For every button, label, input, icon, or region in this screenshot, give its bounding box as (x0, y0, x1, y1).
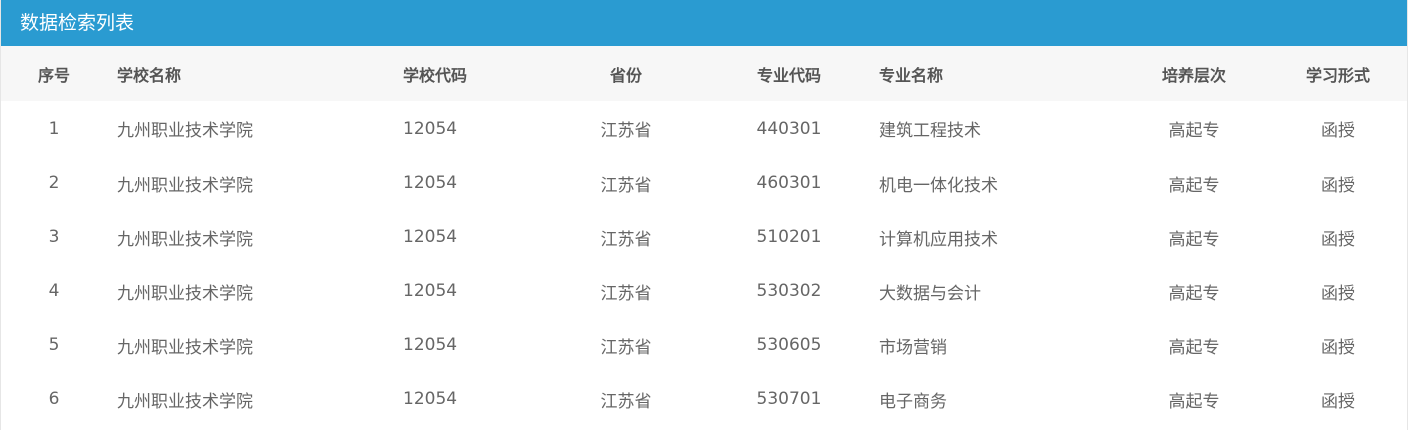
cell-school-code: 12054 (403, 227, 458, 247)
cell-major-code: 530302 (756, 281, 822, 301)
cell-level: 高起专 (1168, 391, 1220, 412)
table-row: 2 九州职业技术学院 12054 江苏省 460301 机电一体化技术 高起专 … (1, 156, 1407, 210)
cell-study-form: 函授 (1321, 283, 1355, 304)
cell-major-code: 530605 (756, 335, 822, 355)
cell-school-code: 12054 (403, 389, 458, 409)
cell-major-name: 大数据与会计 (879, 283, 981, 304)
cell-study-form: 函授 (1321, 121, 1355, 141)
cell-study-form: 函授 (1321, 337, 1355, 358)
cell-index: 1 (48, 118, 60, 139)
cell-school-name: 九州职业技术学院 (117, 391, 253, 412)
table-row: 1 九州职业技术学院 12054 江苏省 440301 建筑工程技术 高起专 函… (1, 101, 1407, 156)
cell-school-code: 12054 (403, 173, 458, 193)
cell-major-name: 电子商务 (879, 391, 947, 412)
column-header-school-code: 学校代码 (403, 65, 468, 85)
cell-study-form: 函授 (1321, 391, 1355, 412)
cell-province: 江苏省 (600, 337, 652, 358)
cell-school-code: 12054 (403, 335, 458, 355)
cell-major-name: 建筑工程技术 (879, 121, 981, 141)
cell-level: 高起专 (1168, 337, 1220, 358)
cell-school-name: 九州职业技术学院 (117, 337, 253, 358)
cell-school-name: 九州职业技术学院 (117, 175, 253, 196)
panel-title: 数据检索列表 (1, 0, 1407, 46)
cell-province: 江苏省 (600, 391, 652, 412)
column-header-province: 省份 (609, 65, 642, 85)
cell-province: 江苏省 (600, 175, 652, 196)
cell-index: 5 (48, 335, 60, 355)
cell-province: 江苏省 (600, 121, 652, 141)
cell-level: 高起专 (1168, 121, 1220, 141)
cell-major-code: 510201 (756, 227, 822, 247)
cell-province: 江苏省 (600, 229, 652, 250)
cell-index: 2 (48, 173, 60, 193)
cell-index: 3 (48, 227, 60, 247)
column-header-major-name: 专业名称 (879, 65, 944, 85)
table-row: 6 九州职业技术学院 12054 江苏省 530701 电子商务 高起专 函授 (1, 372, 1407, 426)
column-header-level: 培养层次 (1161, 65, 1226, 85)
cell-level: 高起专 (1168, 175, 1220, 196)
cell-index: 6 (48, 389, 60, 409)
cell-major-code: 530701 (756, 389, 822, 409)
cell-major-name: 市场营销 (879, 337, 947, 358)
table-row: 4 九州职业技术学院 12054 江苏省 530302 大数据与会计 高起专 函… (1, 264, 1407, 318)
cell-school-code: 12054 (403, 118, 458, 139)
cell-level: 高起专 (1168, 283, 1220, 304)
column-header-index: 序号 (37, 65, 70, 85)
cell-province: 江苏省 (600, 283, 652, 304)
column-header-major-code: 专业代码 (756, 65, 821, 85)
cell-index: 4 (48, 281, 60, 301)
cell-school-name: 九州职业技术学院 (117, 121, 253, 141)
data-search-panel: 数据检索列表 序号 学校名称 学校代码 省份 专业代码 专业名称 培养层次 学习… (0, 0, 1408, 430)
column-header-study-form: 学习形式 (1305, 65, 1370, 85)
cell-major-name: 计算机应用技术 (879, 229, 998, 250)
table-row: 5 九州职业技术学院 12054 江苏省 530605 市场营销 高起专 函授 (1, 318, 1407, 372)
cell-major-code: 440301 (756, 118, 822, 139)
cell-school-name: 九州职业技术学院 (117, 229, 253, 250)
table-row: 3 九州职业技术学院 12054 江苏省 510201 计算机应用技术 高起专 … (1, 210, 1407, 264)
results-table: 序号 学校名称 学校代码 省份 专业代码 专业名称 培养层次 学习形式 1 九州… (1, 46, 1407, 426)
table-body: 1 九州职业技术学院 12054 江苏省 440301 建筑工程技术 高起专 函… (1, 101, 1407, 426)
cell-school-name: 九州职业技术学院 (117, 283, 253, 304)
cell-study-form: 函授 (1321, 175, 1355, 196)
cell-study-form: 函授 (1321, 229, 1355, 250)
cell-school-code: 12054 (403, 281, 458, 301)
cell-major-name: 机电一体化技术 (879, 175, 998, 196)
cell-level: 高起专 (1168, 229, 1220, 250)
cell-major-code: 460301 (756, 173, 822, 193)
column-header-school-name: 学校名称 (117, 65, 182, 85)
table-header-row: 序号 学校名称 学校代码 省份 专业代码 专业名称 培养层次 学习形式 (1, 46, 1407, 101)
